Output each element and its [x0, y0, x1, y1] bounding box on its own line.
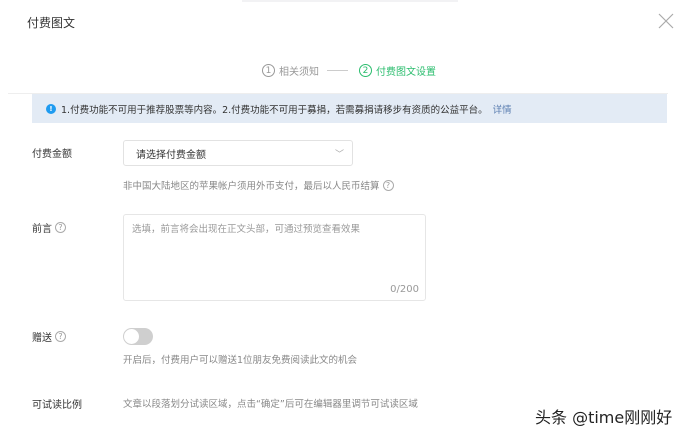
help-icon[interactable]: ? [55, 222, 66, 233]
info-icon: ! [46, 103, 56, 114]
notice-text: 1.付费功能不可用于推荐股票等内容。2.付费功能不可用于募捐，若需募捐请移步有资… [61, 104, 488, 116]
price-hint-text: 非中国大陆地区的苹果帐户须用外币支付，最后以人民币结算 [123, 181, 380, 192]
preface-input[interactable] [124, 215, 425, 300]
watermark: 头条 @time刚刚好 [535, 408, 673, 427]
trial-label: 可试读比例 [32, 396, 82, 411]
step-number: 1 [262, 64, 275, 77]
details-link[interactable]: 详情 [493, 102, 512, 116]
step-number: 2 [359, 64, 372, 77]
gift-hint-text: 开启后，付费用户可以赠送1位朋友免费阅读此文的机会 [123, 355, 358, 366]
price-label-text: 付费金额 [32, 149, 72, 160]
gift-hint: 开启后，付费用户可以赠送1位朋友免费阅读此文的机会 [123, 352, 357, 366]
price-select[interactable]: 请选择付费金额 ﹀ [123, 140, 353, 166]
char-count: 0/200 [390, 284, 419, 295]
chevron-down-icon: ﹀ [334, 150, 344, 160]
top-bar-edge [242, 0, 458, 2]
price-label: 付费金额 [32, 145, 72, 160]
help-icon[interactable]: ? [55, 331, 66, 342]
step-label: 相关须知 [279, 67, 319, 78]
preface-label-text: 前言 [32, 224, 52, 235]
trial-label-text: 可试读比例 [32, 400, 82, 411]
close-icon[interactable] [657, 12, 675, 30]
help-icon[interactable]: ? [382, 179, 394, 191]
gift-label-text: 赠送 [32, 333, 52, 344]
gift-label: 赠送? [32, 329, 66, 344]
dialog-title: 付费图文 [27, 16, 76, 30]
preface-field[interactable]: 0/200 [123, 214, 426, 301]
step-2: 2 付费图文设置 [359, 63, 436, 78]
price-hint: 非中国大陆地区的苹果帐户须用外币支付，最后以人民币结算? [123, 178, 394, 192]
step-connector [327, 70, 348, 71]
step-1: 1 相关须知 [262, 63, 319, 78]
gift-toggle[interactable] [123, 328, 153, 345]
preface-label: 前言? [32, 220, 66, 235]
price-select-value: 请选择付费金额 [136, 149, 206, 161]
toggle-knob [124, 329, 139, 344]
notice-banner: ! 1.付费功能不可用于推荐股票等内容。2.付费功能不可用于募捐，若需募捐请移步… [32, 94, 667, 123]
trial-text: 文章以段落划分试读区域，点击“确定”后可在编辑器里调节可试读区域 [123, 396, 418, 410]
step-label: 付费图文设置 [376, 67, 436, 78]
trial-text-content: 文章以段落划分试读区域，点击“确定”后可在编辑器里调节可试读区域 [123, 399, 418, 410]
